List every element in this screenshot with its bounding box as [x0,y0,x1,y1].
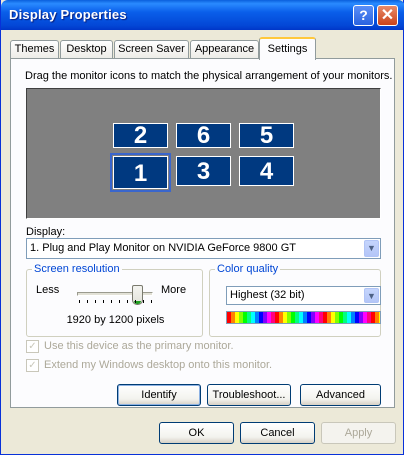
resolution-slider-ticks [79,300,155,304]
slider-tick [151,300,152,303]
title-bar[interactable]: Display Properties ? ✕ [1,0,404,30]
settings-panel: Drag the monitor icons to match the phys… [10,58,395,408]
display-label: Display: [26,226,66,238]
ok-button[interactable]: OK [159,422,234,444]
monitor-arrangement-area: 2 6 5 1 3 4 [26,88,381,219]
check-icon[interactable]: ✓ [26,359,39,372]
slider-tick [103,300,104,303]
check-icon[interactable]: ✓ [26,340,39,353]
advanced-button[interactable]: Advanced [300,384,381,406]
extend-desktop-label: Extend my Windows desktop onto this moni… [44,359,273,371]
chevron-down-icon[interactable]: ▼ [364,240,379,257]
color-spectrum-bar [226,311,381,324]
slider-tick [111,300,112,303]
screen-resolution-title: Screen resolution [32,263,122,275]
tab-themes[interactable]: Themes [10,40,59,59]
slider-tick [135,300,136,303]
help-button[interactable]: ? [353,5,374,26]
monitor-2[interactable]: 2 [113,123,168,148]
color-quality-value: Highest (32 bit) [230,289,305,301]
slider-tick [87,300,88,303]
slider-tick [127,300,128,303]
display-dropdown[interactable]: 1. Plug and Play Monitor on NVIDIA GeFor… [26,238,381,259]
slider-tick [119,300,120,303]
resolution-more-label: More [161,284,187,296]
display-properties-window: Display Properties ? ✕ Themes Desktop Sc… [0,0,404,455]
display-dropdown-value: 1. Plug and Play Monitor on NVIDIA GeFor… [30,242,296,254]
instruction-text: Drag the monitor icons to match the phys… [25,70,393,82]
identify-button[interactable]: Identify [117,384,201,406]
tab-desktop[interactable]: Desktop [60,40,113,59]
tab-appearance[interactable]: Appearance [190,40,259,59]
tab-settings[interactable]: Settings [259,37,316,60]
slider-tick [79,300,80,303]
screen-resolution-group: Screen resolution Less More 1920 by 1200… [26,263,203,337]
monitor-6[interactable]: 6 [176,123,231,148]
primary-monitor-label: Use this device as the primary monitor. [44,340,234,352]
slider-tick [95,300,96,303]
apply-button[interactable]: Apply [321,422,396,444]
monitor-3[interactable]: 3 [176,156,231,186]
close-button[interactable]: ✕ [377,5,398,26]
monitor-1[interactable]: 1 [110,153,171,192]
chevron-down-icon[interactable]: ▼ [364,288,379,303]
monitor-5[interactable]: 5 [239,123,294,148]
slider-tick [143,300,144,303]
resolution-value: 1920 by 1200 pixels [66,314,165,326]
window-title: Display Properties [9,7,127,22]
troubleshoot-button[interactable]: Troubleshoot... [207,384,291,406]
cancel-button[interactable]: Cancel [240,422,315,444]
resolution-less-label: Less [36,284,60,296]
tab-screen-saver[interactable]: Screen Saver [114,40,189,59]
color-quality-title: Color quality [215,263,281,275]
color-quality-group: Color quality Highest (32 bit) ▼ [209,263,381,337]
color-quality-dropdown[interactable]: Highest (32 bit) ▼ [226,286,381,305]
monitor-4[interactable]: 4 [239,156,294,186]
